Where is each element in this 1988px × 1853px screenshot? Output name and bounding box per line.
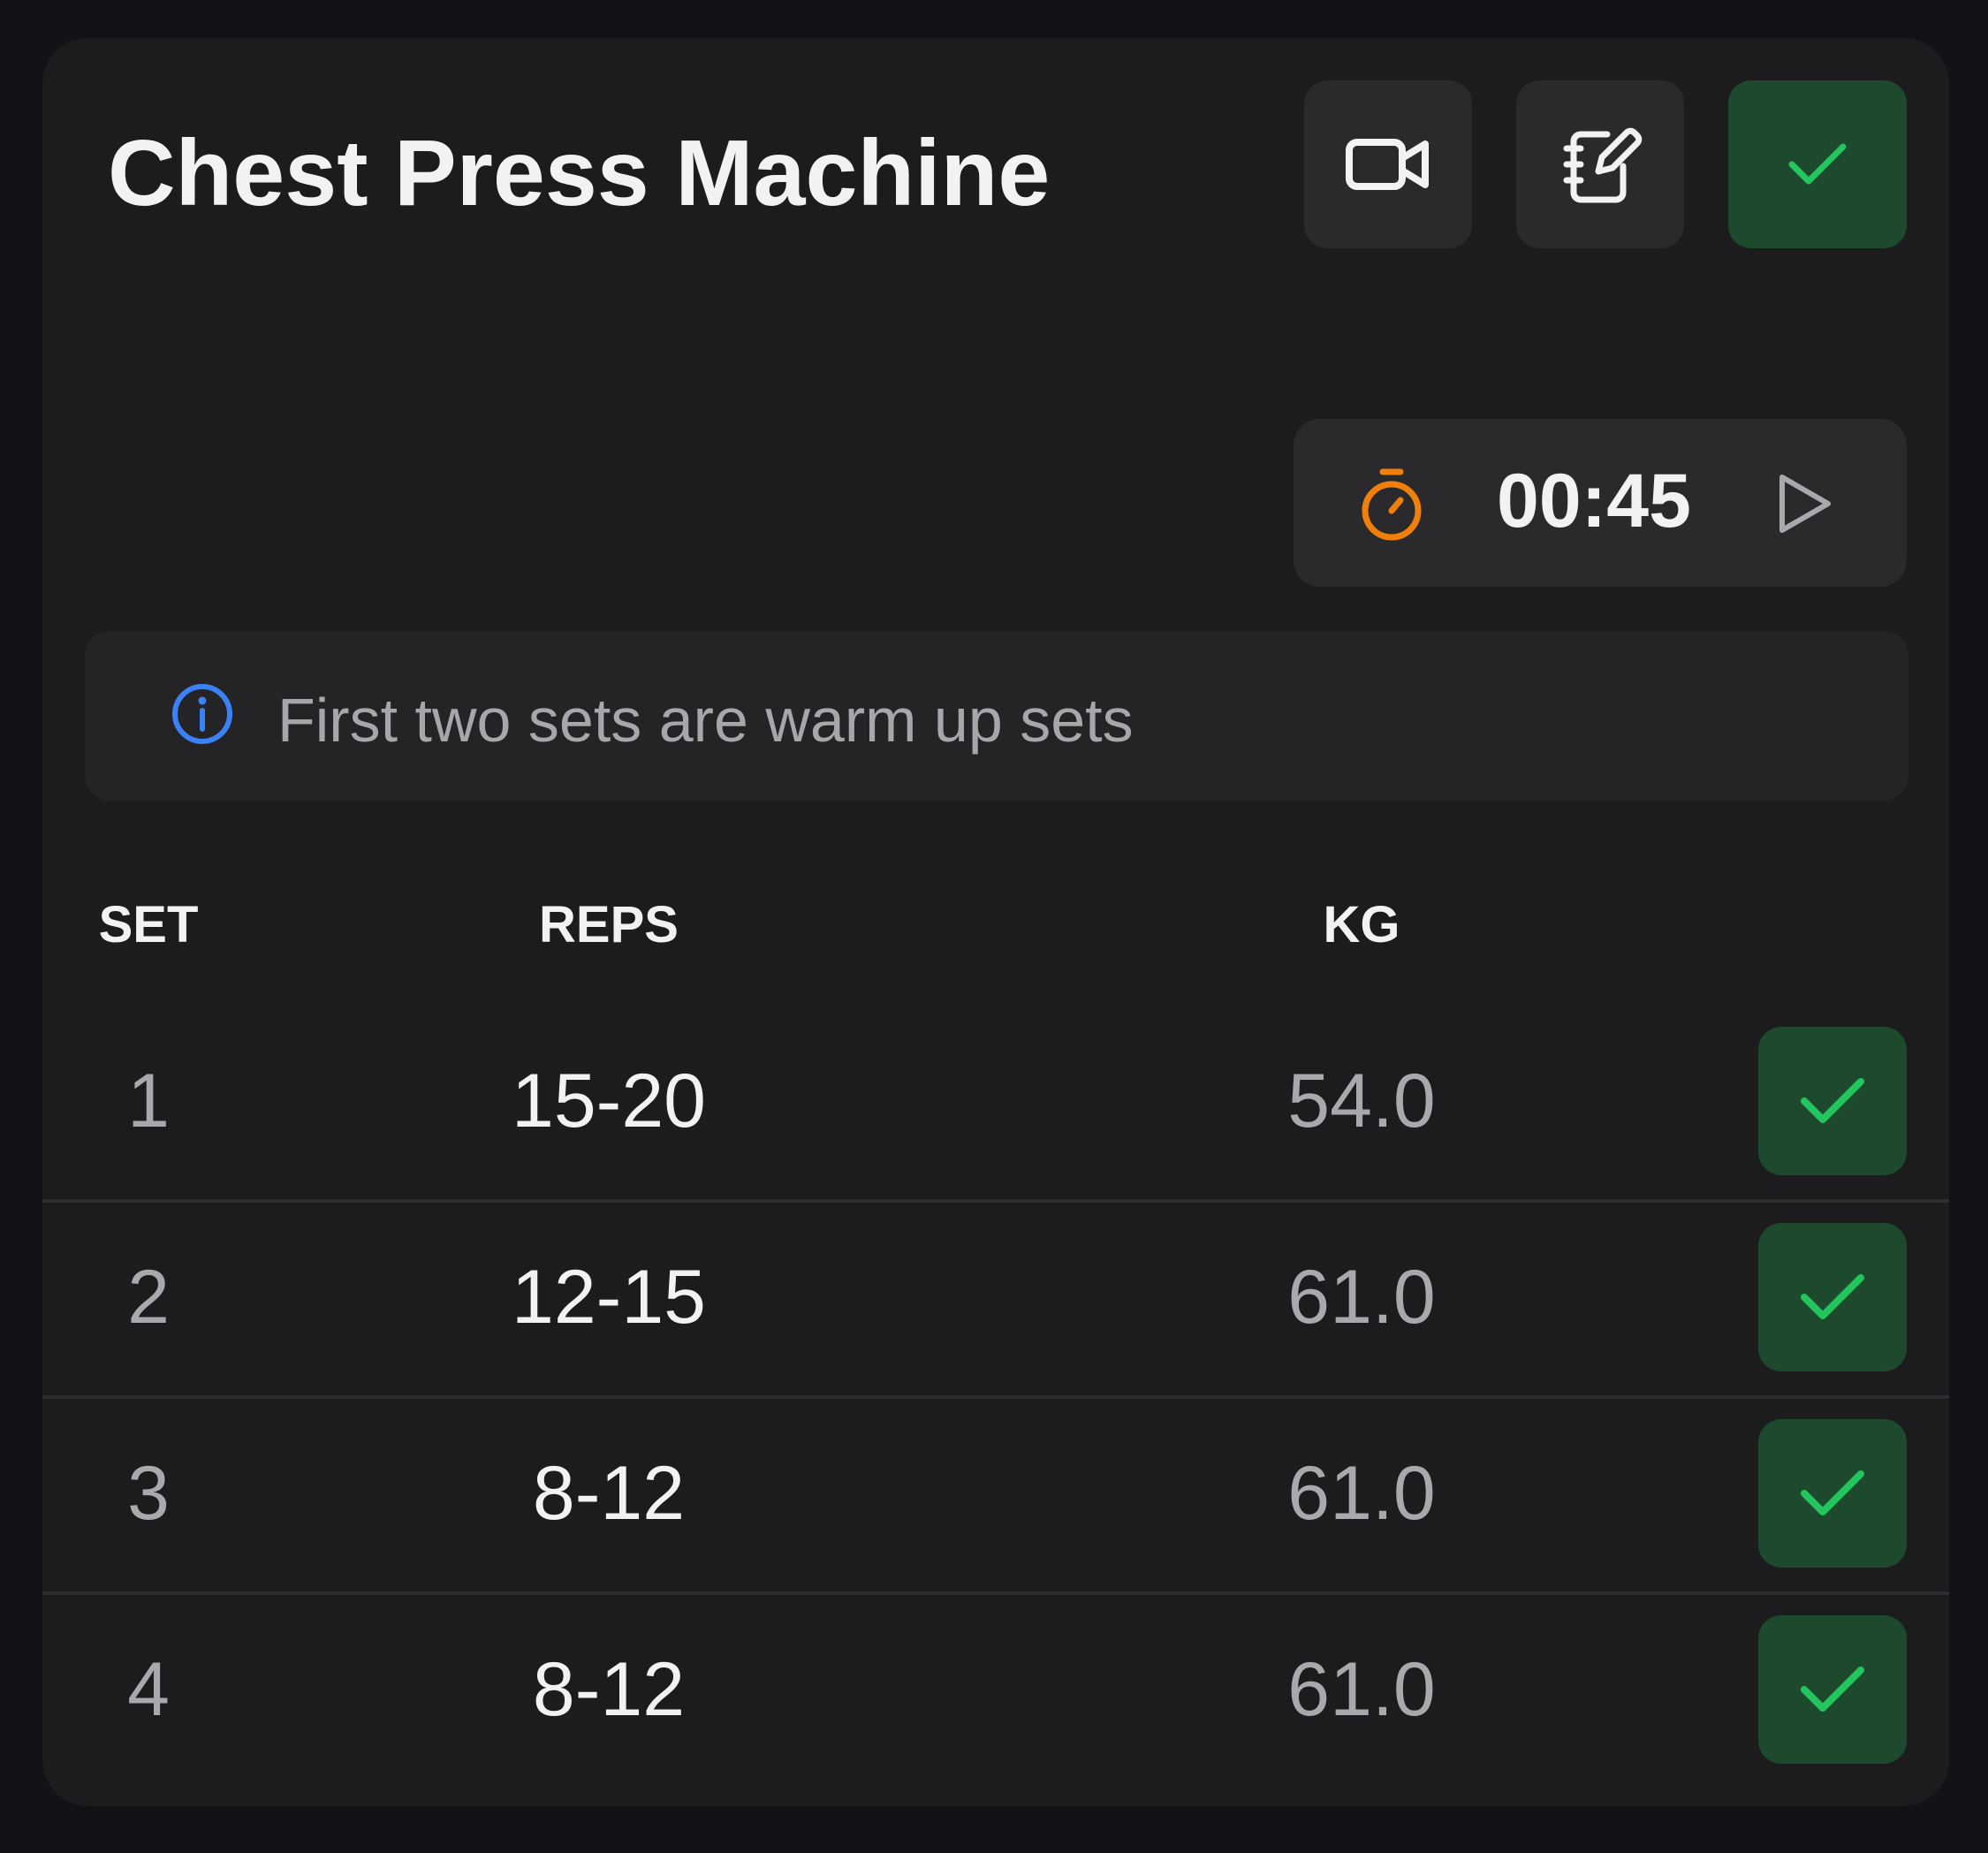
set-row: 1 15-20 54.0 <box>42 1003 1949 1199</box>
set-complete-button[interactable] <box>1758 1027 1907 1175</box>
info-icon <box>172 684 232 744</box>
column-header-reps: REPS <box>539 896 679 953</box>
set-number: 1 <box>127 1059 170 1143</box>
complete-exercise-button[interactable] <box>1728 80 1907 248</box>
checkmark-icon <box>1788 143 1847 185</box>
checkmark-icon <box>1801 1470 1864 1515</box>
set-number: 2 <box>127 1255 170 1340</box>
exercise-card: Chest Press Machine 00:45 First two sets… <box>42 38 1949 1806</box>
reps-value[interactable]: 8-12 <box>533 1652 685 1728</box>
notebook-edit-icon <box>1563 127 1643 203</box>
set-number: 3 <box>127 1451 170 1536</box>
video-camera-icon <box>1346 139 1429 190</box>
set-number: 4 <box>127 1647 170 1732</box>
play-icon[interactable] <box>1773 470 1835 537</box>
kg-value[interactable]: 54.0 <box>1287 1063 1435 1139</box>
exercise-title: Chest Press Machine <box>108 121 1051 225</box>
set-row: 3 8-12 61.0 <box>42 1395 1949 1591</box>
reps-value[interactable]: 12-15 <box>512 1259 706 1335</box>
checkmark-icon <box>1801 1274 1864 1319</box>
reps-value[interactable]: 15-20 <box>512 1063 706 1139</box>
kg-value[interactable]: 61.0 <box>1287 1652 1435 1728</box>
rest-timer[interactable]: 00:45 <box>1294 419 1907 587</box>
notes-button[interactable] <box>1516 80 1684 248</box>
stopwatch-icon <box>1362 468 1422 541</box>
column-header-kg: KG <box>1323 896 1400 953</box>
set-row: 4 8-12 61.0 <box>42 1591 1949 1788</box>
timer-value: 00:45 <box>1497 459 1691 543</box>
checkmark-icon <box>1801 1078 1864 1123</box>
set-row: 2 12-15 61.0 <box>42 1199 1949 1395</box>
kg-value[interactable]: 61.0 <box>1287 1455 1435 1531</box>
set-complete-button[interactable] <box>1758 1615 1907 1764</box>
set-complete-button[interactable] <box>1758 1419 1907 1568</box>
kg-value[interactable]: 61.0 <box>1287 1259 1435 1335</box>
column-header-set: SET <box>98 896 199 953</box>
set-complete-button[interactable] <box>1758 1223 1907 1371</box>
video-button[interactable] <box>1304 80 1472 248</box>
exercise-note: First two sets are warm up sets <box>85 631 1908 801</box>
note-text: First two sets are warm up sets <box>277 686 1134 755</box>
checkmark-icon <box>1801 1667 1864 1712</box>
reps-value[interactable]: 8-12 <box>533 1455 685 1531</box>
